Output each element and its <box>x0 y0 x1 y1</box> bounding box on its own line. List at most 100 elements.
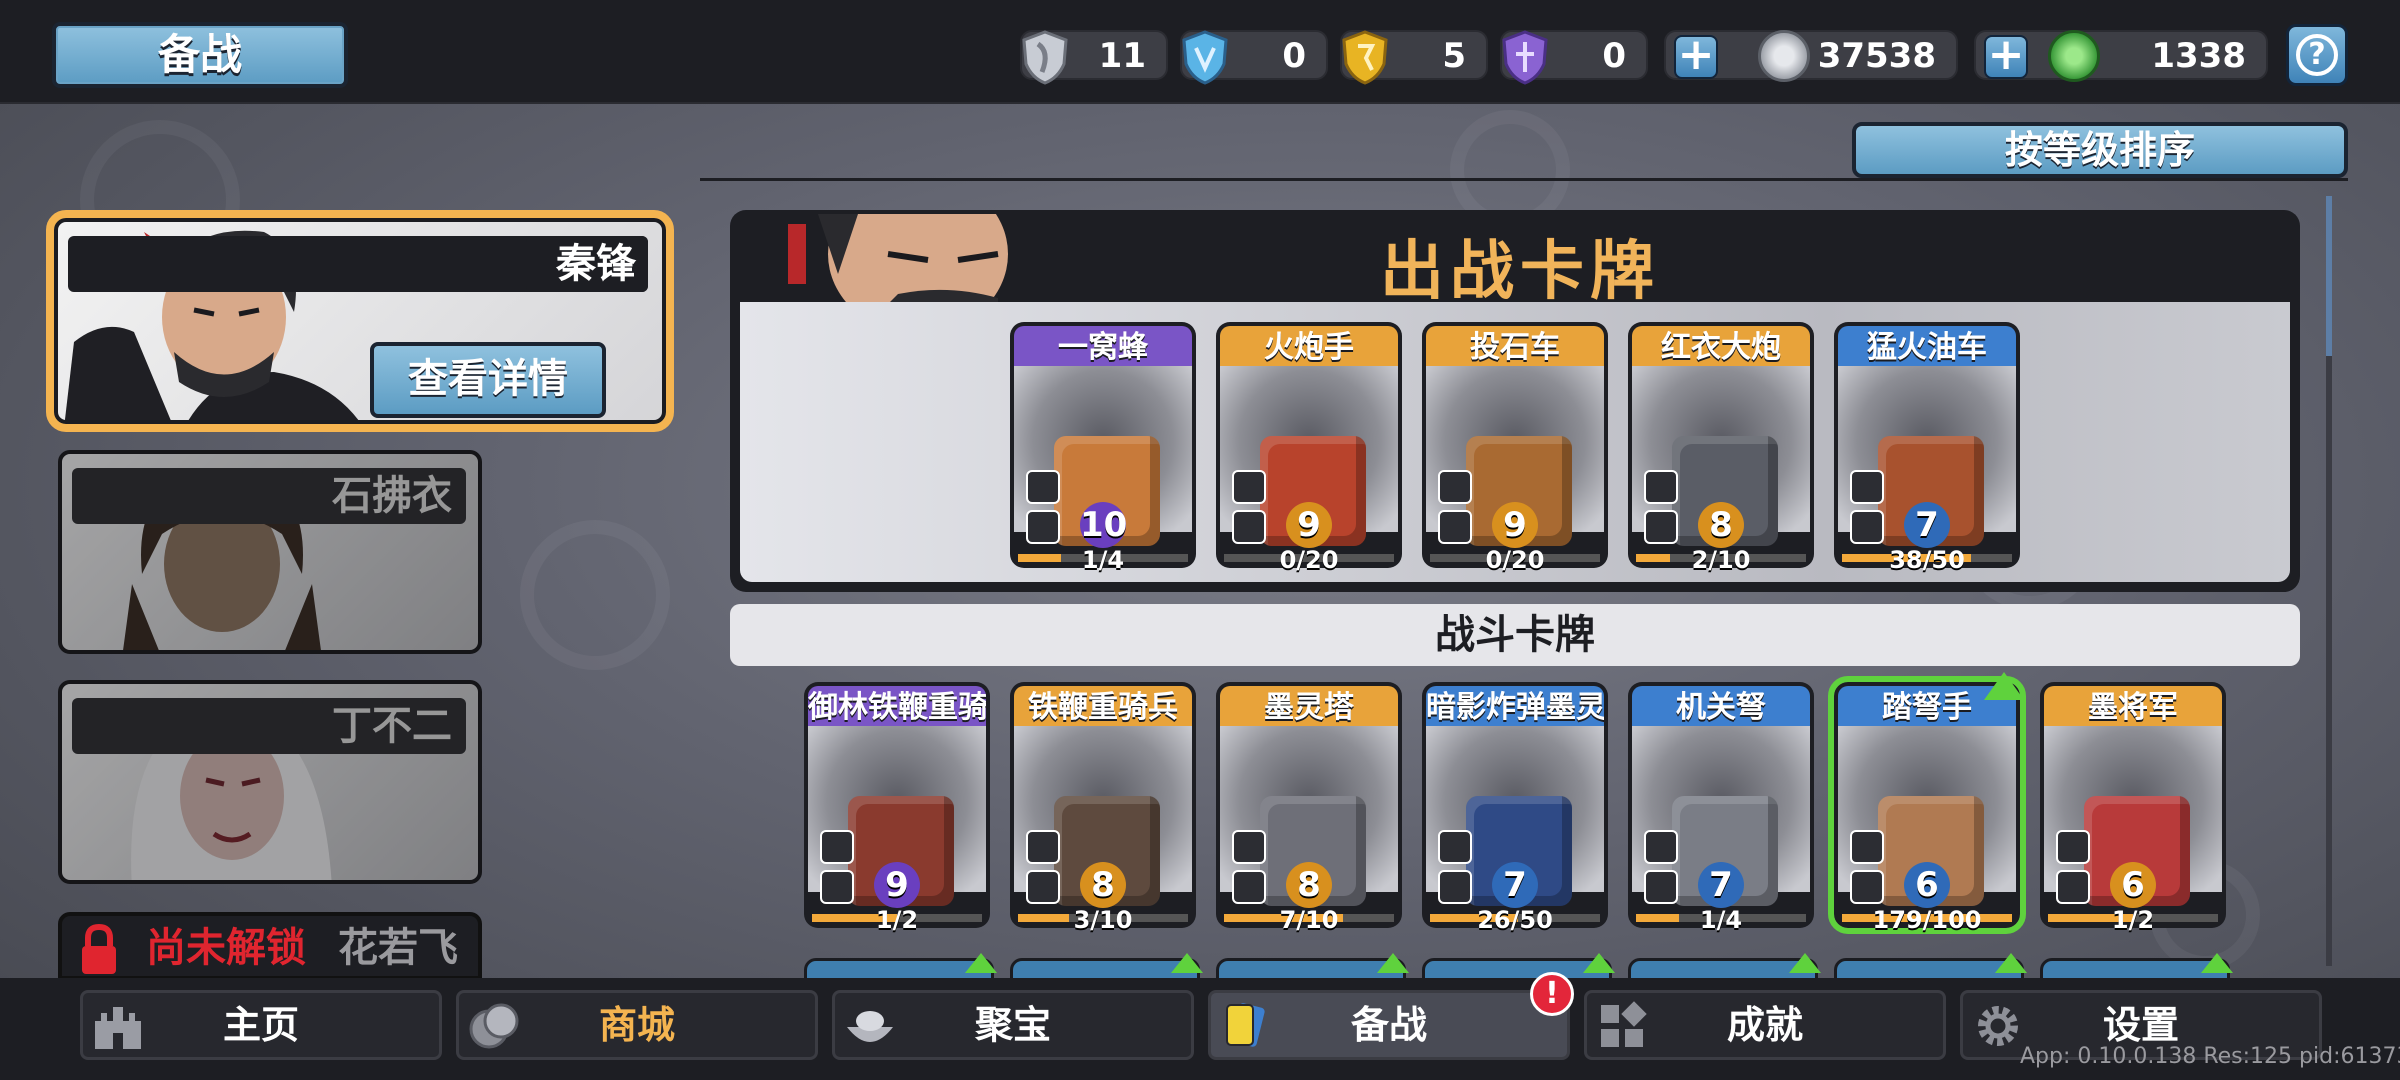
blue-crystal-shield-icon <box>1182 30 1228 85</box>
unit-card[interactable]: 机关弩 7 1/4 <box>1628 682 1814 934</box>
card-level: 9 <box>1492 502 1538 548</box>
jade-gem-icon <box>2048 30 2100 82</box>
hero-card[interactable]: 石拂衣 <box>58 450 482 654</box>
skill-icon <box>1438 470 1472 504</box>
notification-badge: ! <box>1530 972 1574 1016</box>
unit-card[interactable]: 墨将军 6 1/2 <box>2040 682 2226 934</box>
castle-icon <box>95 1007 141 1049</box>
version-text: App: 0.10.0.138 Res:125 pid:61373 <box>2020 1044 2400 1069</box>
card-name: 墨灵塔 <box>1220 686 1398 730</box>
scrollbar-thumb[interactable] <box>2326 196 2332 356</box>
question-icon: ? <box>2296 34 2338 76</box>
purple-shield-icon <box>1502 30 1548 85</box>
unit-card[interactable]: 铁鞭重骑兵 8 3/10 <box>1010 682 1196 934</box>
gold-shield-icon <box>1342 30 1388 85</box>
cards-icon <box>1226 1003 1265 1047</box>
add-coins-button[interactable]: + <box>1674 33 1718 79</box>
unit-card[interactable]: 御林铁鞭重骑兵 91/2 <box>804 682 990 934</box>
help-button[interactable]: ? <box>2286 24 2348 86</box>
unit-card[interactable]: 暗影炸弹墨灵 7 26/50 <box>1422 682 1608 934</box>
unit-card[interactable]: 一窝蜂 10 1/4 <box>1010 322 1196 574</box>
skill-icon <box>1232 510 1266 544</box>
skill-icon <box>1438 870 1472 904</box>
skill-icon <box>1644 510 1678 544</box>
locked-label: 尚未解锁 <box>146 925 306 971</box>
card-progress: 26/50 <box>1477 906 1553 934</box>
card-name: 猛火油车 <box>1838 326 2016 370</box>
card-name: 御林铁鞭重骑兵 <box>808 686 986 730</box>
blue-crystal-counter: 0 <box>1180 30 1328 85</box>
hero-banner-portrait <box>788 214 1008 304</box>
card-progress: 3/10 <box>1073 906 1133 934</box>
card-progress: 7/10 <box>1279 906 1339 934</box>
lock-icon <box>82 924 116 974</box>
card-level: 10 <box>1080 502 1127 548</box>
nav-achievements[interactable]: 成就 <box>1584 990 1946 1060</box>
card-name: 暗影炸弹墨灵 <box>1426 686 1604 730</box>
gold-shield-counter: 5 <box>1340 30 1488 85</box>
skill-icon <box>1026 830 1060 864</box>
card-progress: 1/4 <box>1699 906 1743 934</box>
card-progress: 1/2 <box>875 906 919 934</box>
unit-card[interactable]: 火炮手 9 0/20 <box>1216 322 1402 574</box>
card-name: 投石车 <box>1426 326 1604 370</box>
skill-icon <box>1026 470 1060 504</box>
skill-icon <box>1850 870 1884 904</box>
nav-treasure[interactable]: 聚宝 <box>832 990 1194 1060</box>
coins-icon <box>469 1003 519 1049</box>
card-name: 火炮手 <box>1220 326 1398 370</box>
card-progress: 0/20 <box>1279 546 1339 574</box>
skill-icon <box>1644 470 1678 504</box>
unit-card[interactable]: 红衣大炮 8 2/10 <box>1628 322 1814 574</box>
sort-by-level-button[interactable]: 按等级排序 <box>1852 122 2348 178</box>
nav-shop[interactable]: 商城 <box>456 990 818 1060</box>
unit-card[interactable]: 投石车 9 0/20 <box>1422 322 1608 574</box>
unit-card[interactable]: 猛火油车 7 38/50 <box>1834 322 2020 574</box>
card-progress: 179/100 <box>1872 906 1982 934</box>
hero-card-selected[interactable]: 秦锋 查看详情 <box>46 210 674 432</box>
gear-icon <box>1978 1006 2018 1046</box>
skill-icon <box>1850 510 1884 544</box>
silver-coin-icon <box>1758 30 1810 82</box>
skill-icon <box>1232 830 1266 864</box>
nav-prepare[interactable]: 备战 <box>1208 990 1570 1060</box>
add-gems-button[interactable]: + <box>1984 33 2028 79</box>
battle-cards-header: 战斗卡牌 <box>730 604 2300 666</box>
card-name: 一窝蜂 <box>1014 326 1192 370</box>
card-progress: 1/2 <box>2111 906 2155 934</box>
view-details-button[interactable]: 查看详情 <box>370 342 606 418</box>
unit-card[interactable]: 踏弩手 6 179/100 <box>1828 672 2026 934</box>
card-name: 铁鞭重骑兵 <box>1014 686 1192 730</box>
card-level: 8 <box>1080 862 1126 908</box>
purple-shield-counter: 0 <box>1500 30 1648 85</box>
card-progress: 0/20 <box>1485 546 1545 574</box>
card-name: 红衣大炮 <box>1632 326 1810 370</box>
coin-counter: + 37538 <box>1664 30 1958 82</box>
skill-icon <box>1026 870 1060 904</box>
skill-icon <box>1850 470 1884 504</box>
skill-icon <box>1232 870 1266 904</box>
unit-card[interactable]: 墨灵塔 8 7/10 <box>1216 682 1402 934</box>
hero-card[interactable]: 丁不二 <box>58 680 482 884</box>
card-level: 9 <box>874 862 920 908</box>
skill-icon <box>1438 830 1472 864</box>
skill-icon <box>1438 510 1472 544</box>
hero-name: 秦锋 <box>526 236 648 292</box>
gem-counter: + 1338 <box>1974 30 2268 82</box>
nav-home[interactable]: 主页 <box>80 990 442 1060</box>
card-progress: 2/10 <box>1691 546 1751 574</box>
skill-icon <box>1850 830 1884 864</box>
skill-icon <box>1232 470 1266 504</box>
silver-shield-counter: 11 <box>1020 30 1168 85</box>
grid-icon <box>1601 1001 1647 1047</box>
hero-card-locked[interactable]: 尚未解锁 花若飞 <box>58 912 482 980</box>
skill-icon <box>2056 830 2090 864</box>
card-level: 7 <box>1698 862 1744 908</box>
hero-name: 石拂衣 <box>302 468 464 524</box>
card-level: 9 <box>1286 502 1332 548</box>
treasure-bowl-icon <box>847 1011 893 1042</box>
card-level: 8 <box>1698 502 1744 548</box>
skill-icon <box>820 870 854 904</box>
silver-shield-icon <box>1022 30 1068 85</box>
card-progress: 1/4 <box>1081 546 1125 574</box>
